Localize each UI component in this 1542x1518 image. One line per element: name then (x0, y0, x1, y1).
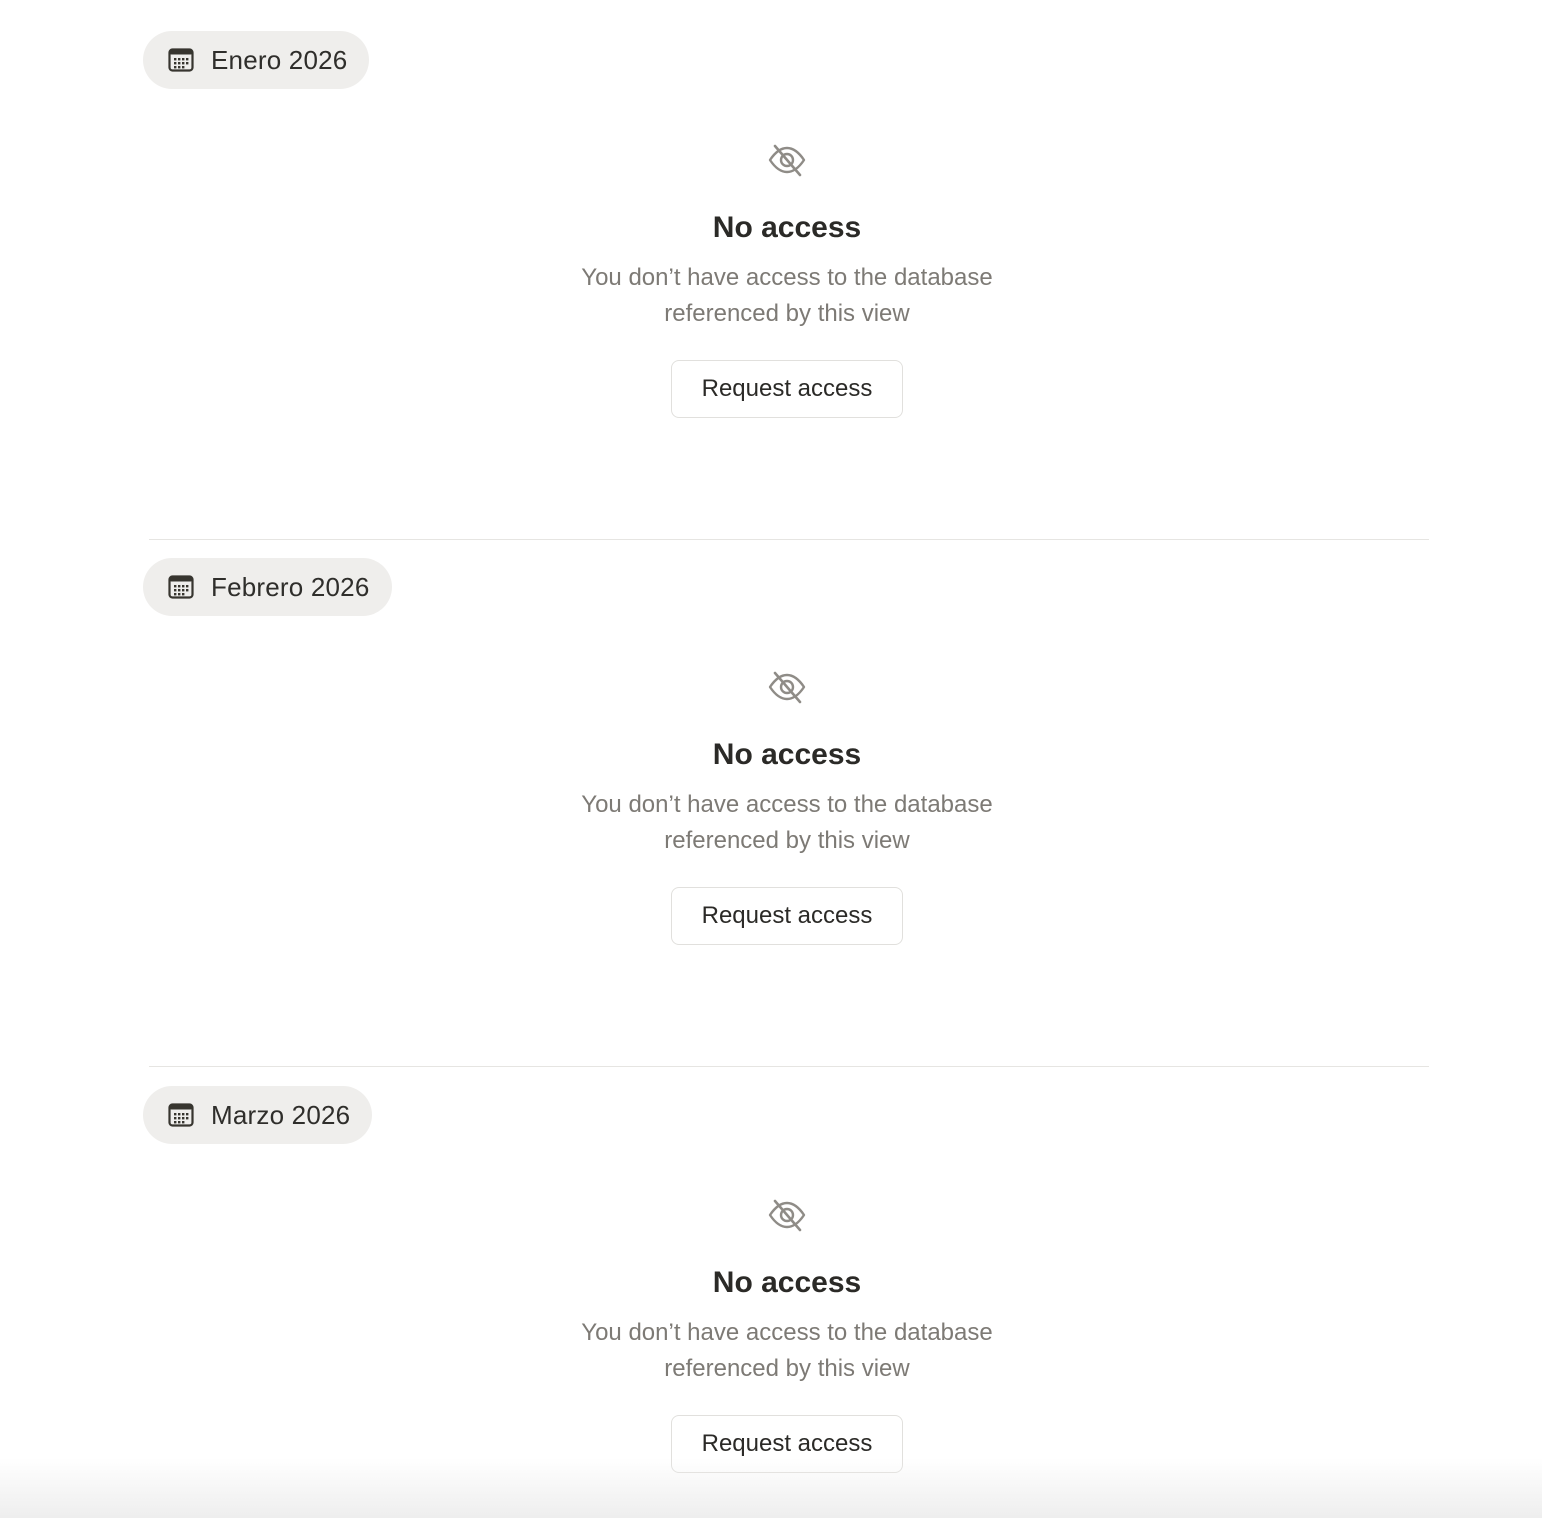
view-tab-label: Febrero 2026 (211, 571, 370, 602)
calendar-icon (167, 46, 195, 74)
view-tab-label: Enero 2026 (211, 44, 348, 75)
eye-off-icon (768, 671, 806, 704)
calendar-icon (167, 573, 195, 601)
request-access-button[interactable]: Request access (671, 1415, 903, 1473)
no-access-title: No access (712, 738, 862, 771)
no-access-title: No access (712, 211, 862, 244)
page: Enero 2026 No access You don’t have acce… (0, 0, 1542, 1518)
request-access-button[interactable]: Request access (671, 360, 903, 418)
no-access-description: You don’t have access to the database re… (581, 1319, 993, 1382)
no-access-description: You don’t have access to the database re… (581, 791, 993, 854)
request-access-button[interactable]: Request access (671, 887, 903, 945)
eye-off-icon (768, 1199, 806, 1232)
no-access-title: No access (712, 1266, 862, 1299)
linked-view-febrero: Febrero 2026 No access You don’t have ac… (0, 527, 1542, 1054)
no-access-state: No access You don’t have access to the d… (0, 667, 1542, 945)
no-access-state: No access You don’t have access to the d… (0, 1195, 1542, 1473)
eye-off-icon (768, 144, 806, 177)
view-tab-chip[interactable]: Enero 2026 (143, 31, 370, 89)
no-access-description: You don’t have access to the database re… (581, 264, 993, 327)
linked-view-marzo: Marzo 2026 No access You don’t have acce… (0, 1055, 1542, 1518)
no-access-state: No access You don’t have access to the d… (0, 140, 1542, 418)
view-tab-label: Marzo 2026 (211, 1099, 351, 1130)
calendar-icon (167, 1101, 195, 1129)
view-tab-chip[interactable]: Marzo 2026 (143, 1086, 373, 1144)
view-tab-chip[interactable]: Febrero 2026 (143, 558, 392, 616)
linked-view-enero: Enero 2026 No access You don’t have acce… (0, 0, 1542, 527)
